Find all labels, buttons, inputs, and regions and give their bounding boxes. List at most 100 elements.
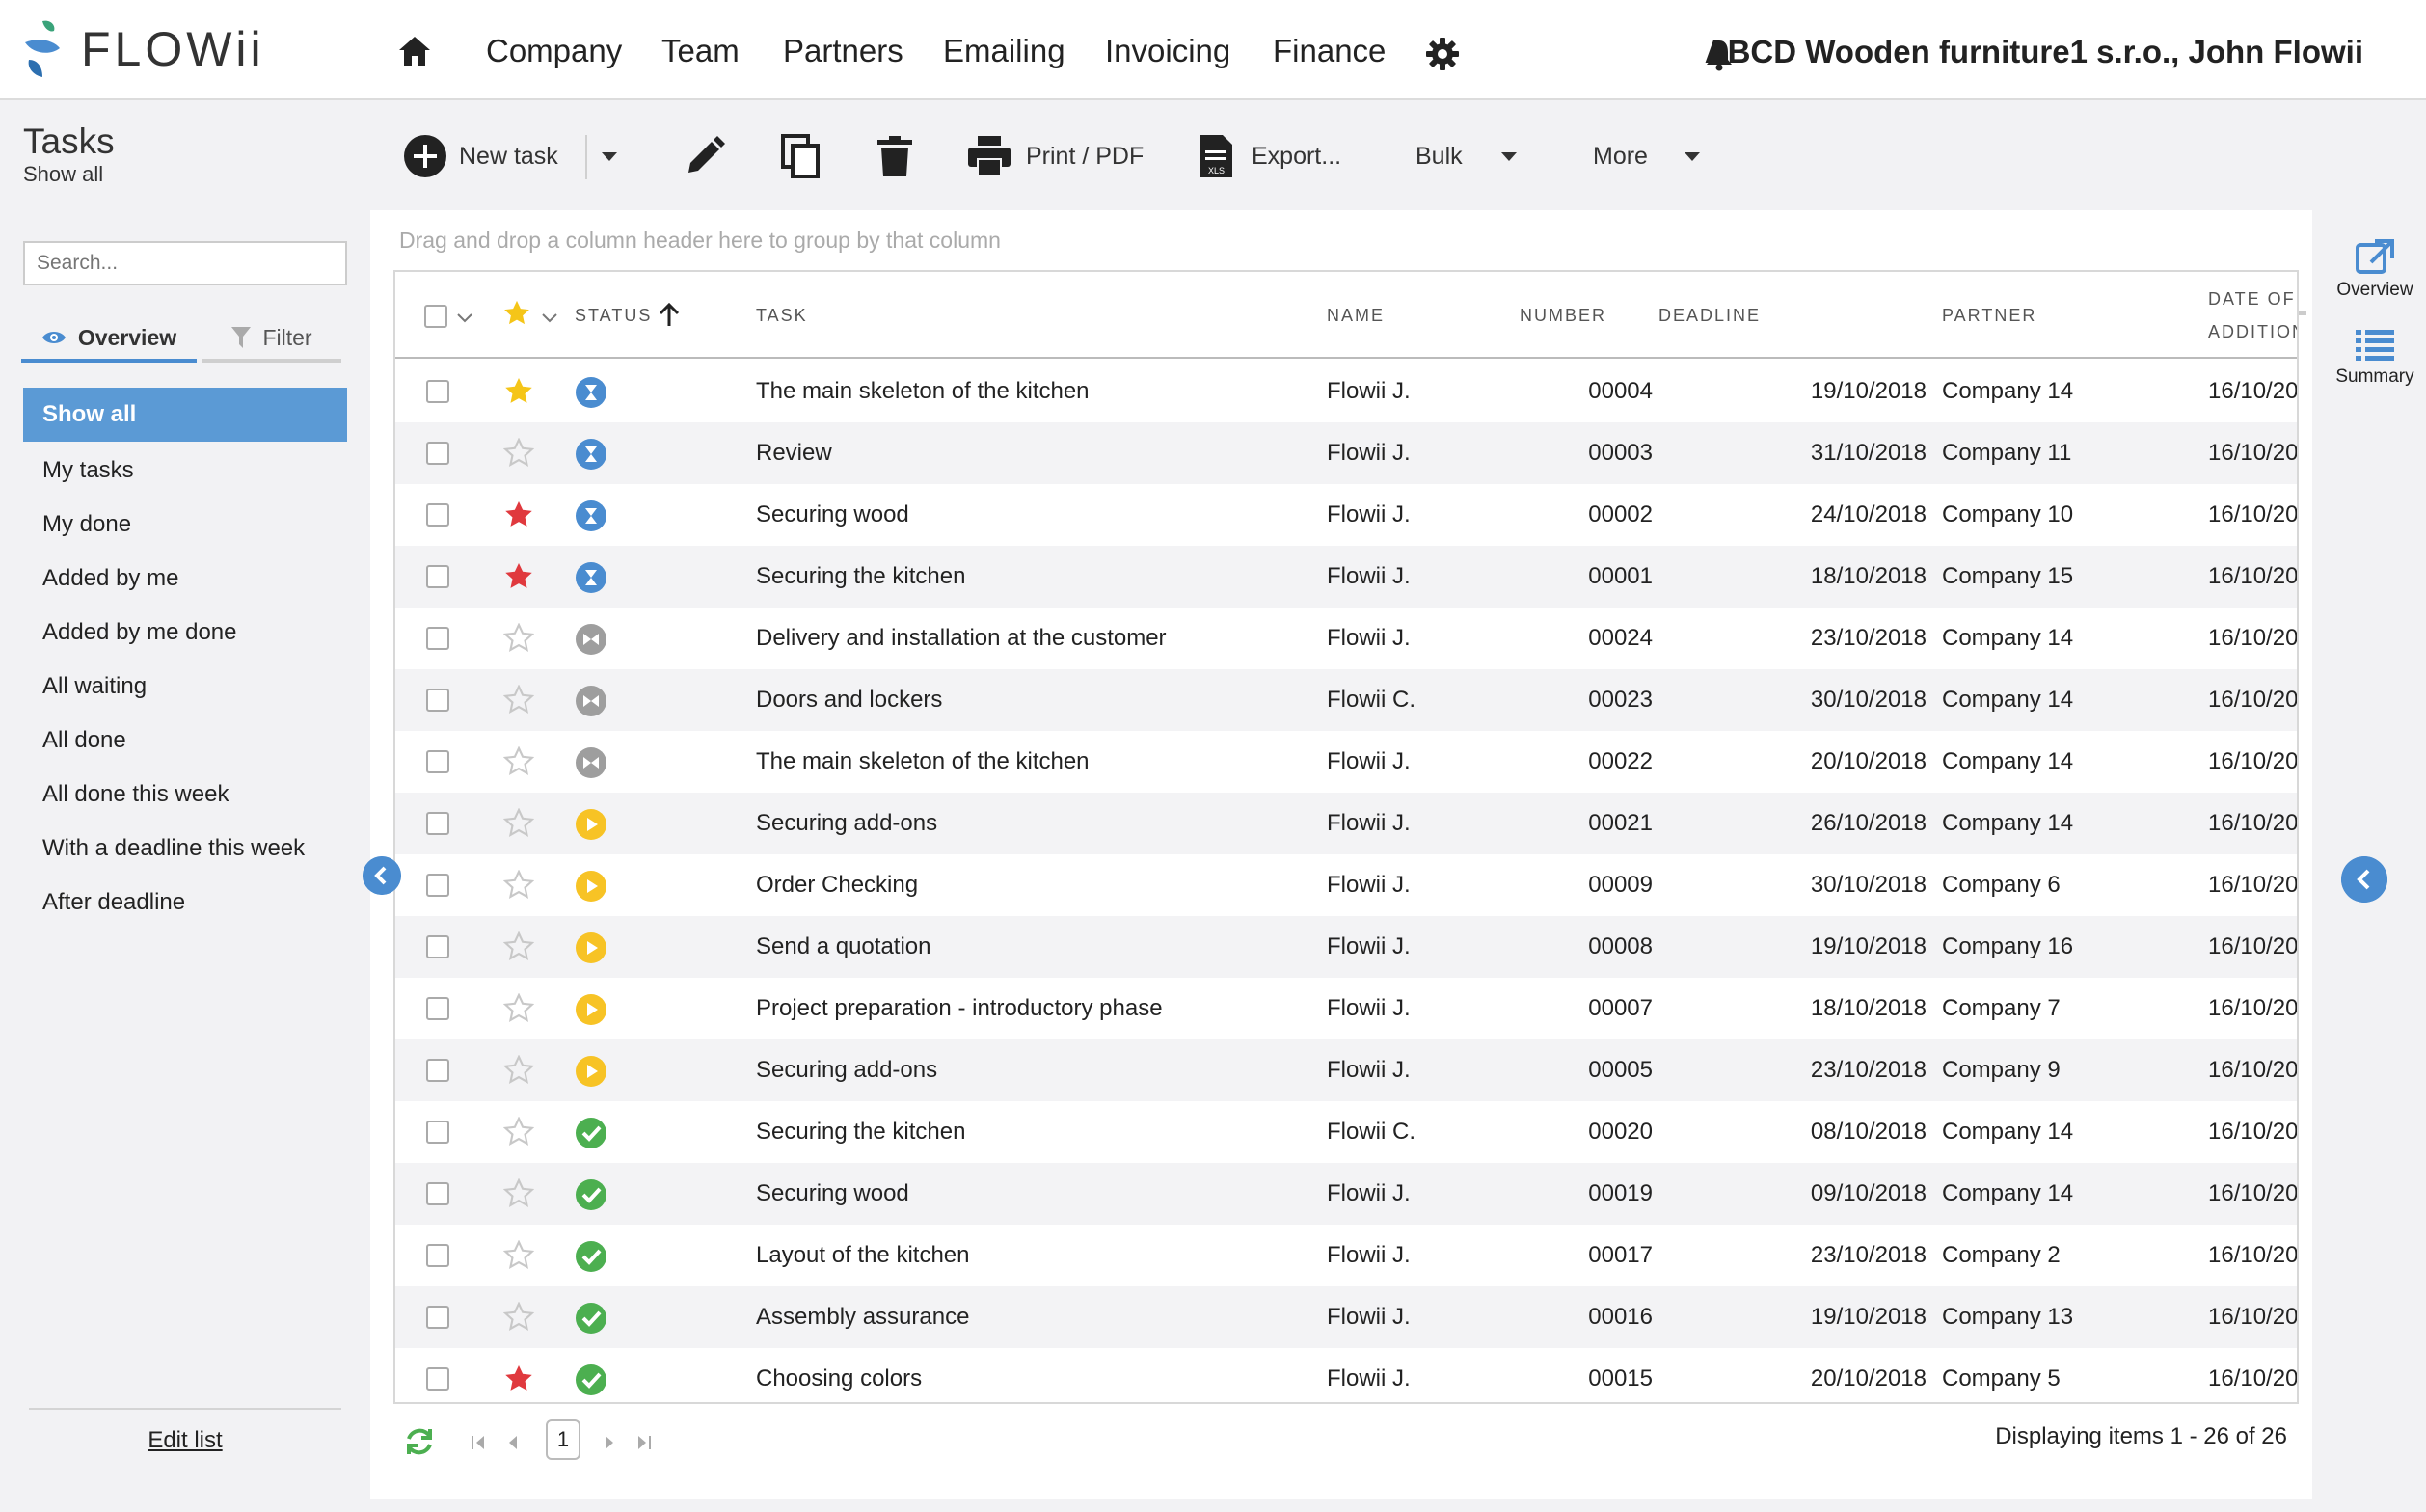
delete-button[interactable]: [877, 131, 912, 181]
table-row[interactable]: Layout of the kitchen Flowii J. 00017 23…: [395, 1225, 2297, 1286]
account-name[interactable]: ABCD Wooden furniture1 s.r.o., John Flow…: [1705, 31, 2363, 73]
row-checkbox[interactable]: [426, 627, 449, 650]
tab-overview[interactable]: Overview: [21, 316, 197, 363]
edit-button[interactable]: [685, 131, 725, 181]
table-row[interactable]: Securing wood Flowii J. 00019 09/10/2018…: [395, 1163, 2297, 1225]
table-row[interactable]: The main skeleton of the kitchen Flowii …: [395, 731, 2297, 793]
column-header-status[interactable]: STATUS: [575, 272, 681, 359]
star-icon[interactable]: [503, 1117, 534, 1148]
task-cell[interactable]: Choosing colors: [756, 1348, 922, 1402]
logo[interactable]: FLOWii: [21, 15, 265, 83]
star-icon[interactable]: [503, 438, 534, 469]
task-cell[interactable]: Doors and lockers: [756, 669, 942, 731]
sidebar-item-my-done[interactable]: My done: [23, 498, 347, 552]
star-icon[interactable]: [503, 500, 534, 530]
table-row[interactable]: Delivery and installation at the custome…: [395, 608, 2297, 669]
nav-item-finance[interactable]: Finance: [1273, 29, 1386, 73]
star-filter-chevron[interactable]: [542, 310, 557, 328]
star-icon[interactable]: [503, 870, 534, 901]
star-icon[interactable]: [503, 685, 534, 716]
star-icon[interactable]: [503, 932, 534, 962]
task-cell[interactable]: Securing the kitchen: [756, 546, 965, 608]
sidebar-item-my-tasks[interactable]: My tasks: [23, 444, 347, 498]
star-icon[interactable]: [503, 746, 534, 777]
next-page-icon[interactable]: [600, 1433, 619, 1452]
star-header-icon[interactable]: [501, 299, 532, 328]
select-all-checkbox[interactable]: [424, 305, 447, 328]
task-cell[interactable]: Securing add-ons: [756, 793, 937, 854]
row-checkbox[interactable]: [426, 503, 449, 526]
table-row[interactable]: Securing the kitchen Flowii C. 00020 08/…: [395, 1101, 2297, 1163]
print-pdf-button[interactable]: Print / PDF: [968, 131, 1144, 181]
sidebar-item-all-done[interactable]: All done: [23, 714, 347, 768]
row-checkbox[interactable]: [426, 1244, 449, 1267]
star-icon[interactable]: [503, 561, 534, 592]
task-cell[interactable]: Review: [756, 422, 832, 484]
star-icon[interactable]: [503, 993, 534, 1024]
task-cell[interactable]: Securing the kitchen: [756, 1101, 965, 1163]
nav-item-emailing[interactable]: Emailing: [943, 29, 1065, 73]
row-checkbox[interactable]: [426, 688, 449, 712]
bulk-dropdown[interactable]: Bulk: [1415, 131, 1517, 181]
table-row[interactable]: Project preparation - introductory phase…: [395, 978, 2297, 1040]
expand-right-panel-button[interactable]: [2341, 856, 2387, 903]
sidebar-item-after-deadline[interactable]: After deadline: [23, 876, 347, 930]
row-checkbox[interactable]: [426, 750, 449, 773]
refresh-icon[interactable]: [403, 1425, 436, 1458]
edit-list-link[interactable]: Edit list: [0, 1427, 370, 1454]
column-header-partner[interactable]: PARTNER: [1942, 272, 2036, 359]
task-cell[interactable]: Assembly assurance: [756, 1286, 969, 1348]
row-checkbox[interactable]: [426, 997, 449, 1020]
sidebar-item-added-by-me-done[interactable]: Added by me done: [23, 606, 347, 660]
search-input[interactable]: [23, 241, 347, 285]
table-row[interactable]: Securing add-ons Flowii J. 00005 23/10/2…: [395, 1040, 2297, 1101]
task-cell[interactable]: Securing wood: [756, 484, 909, 546]
select-menu-chevron[interactable]: [457, 310, 472, 328]
group-by-drop-zone[interactable]: Drag and drop a column header here to gr…: [399, 228, 1001, 254]
row-checkbox[interactable]: [426, 565, 449, 588]
nav-item-team[interactable]: Team: [661, 29, 740, 73]
column-header-name[interactable]: NAME: [1327, 272, 1385, 359]
row-checkbox[interactable]: [426, 442, 449, 465]
row-checkbox[interactable]: [426, 1059, 449, 1082]
last-page-icon[interactable]: [634, 1433, 654, 1452]
row-checkbox[interactable]: [426, 1120, 449, 1144]
prev-page-icon[interactable]: [503, 1433, 523, 1452]
table-row[interactable]: Securing wood Flowii J. 00002 24/10/2018…: [395, 484, 2297, 546]
column-header-number[interactable]: NUMBER: [1520, 272, 1606, 359]
star-icon[interactable]: [503, 376, 534, 407]
task-cell[interactable]: Layout of the kitchen: [756, 1225, 969, 1286]
collapse-sidebar-button[interactable]: [363, 856, 401, 895]
task-cell[interactable]: Send a quotation: [756, 916, 931, 978]
table-row[interactable]: Doors and lockers Flowii C. 00023 30/10/…: [395, 669, 2297, 731]
star-icon[interactable]: [503, 1178, 534, 1209]
task-cell[interactable]: Securing add-ons: [756, 1040, 937, 1101]
nav-item-invoicing[interactable]: Invoicing: [1105, 29, 1230, 73]
task-cell[interactable]: Delivery and installation at the custome…: [756, 608, 1167, 669]
row-checkbox[interactable]: [426, 935, 449, 958]
current-page-button[interactable]: 1: [546, 1419, 580, 1460]
more-dropdown[interactable]: More: [1593, 131, 1700, 181]
export-button[interactable]: XLS Export...: [1200, 131, 1341, 181]
row-checkbox[interactable]: [426, 1367, 449, 1390]
row-checkbox[interactable]: [426, 380, 449, 403]
row-checkbox[interactable]: [426, 1182, 449, 1205]
rail-overview-button[interactable]: Overview: [2324, 237, 2426, 301]
tab-filter[interactable]: Filter: [202, 316, 341, 363]
table-row[interactable]: Order Checking Flowii J. 00009 30/10/201…: [395, 854, 2297, 916]
row-checkbox[interactable]: [426, 812, 449, 835]
column-header-date-of-addition[interactable]: DATE OF ADDITION: [2208, 272, 2297, 359]
table-row[interactable]: Review Flowii J. 00003 31/10/2018 Compan…: [395, 422, 2297, 484]
home-icon[interactable]: [397, 35, 432, 68]
task-cell[interactable]: Project preparation - introductory phase: [756, 978, 1163, 1040]
row-checkbox[interactable]: [426, 1306, 449, 1329]
table-row[interactable]: Choosing colors Flowii J. 00015 20/10/20…: [395, 1348, 2297, 1402]
gear-icon[interactable]: [1425, 37, 1460, 71]
task-cell[interactable]: The main skeleton of the kitchen: [756, 361, 1090, 422]
column-header-task[interactable]: TASK: [756, 272, 808, 359]
star-icon[interactable]: [503, 1240, 534, 1271]
task-cell[interactable]: The main skeleton of the kitchen: [756, 731, 1090, 793]
rail-summary-button[interactable]: Summary: [2324, 328, 2426, 388]
column-header-deadline[interactable]: DEADLINE: [1658, 272, 1761, 359]
new-task-dropdown-button[interactable]: [602, 131, 617, 181]
